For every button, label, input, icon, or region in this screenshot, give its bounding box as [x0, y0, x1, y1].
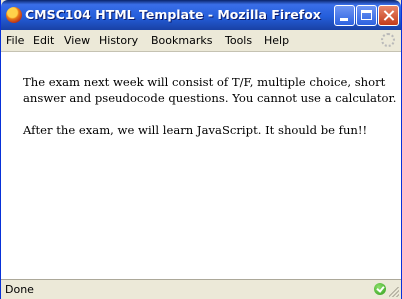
menu-help[interactable]: Help	[264, 34, 289, 47]
maximize-button[interactable]	[356, 5, 377, 26]
menu-tools[interactable]: Tools	[225, 34, 252, 47]
menu-history[interactable]: History	[99, 34, 138, 47]
status-text: Done	[5, 283, 34, 296]
menu-edit[interactable]: Edit	[33, 34, 54, 47]
content-paragraph: After the exam, we will learn JavaScript…	[23, 123, 368, 137]
menu-bookmarks[interactable]: Bookmarks	[151, 34, 212, 47]
green-check-icon[interactable]	[374, 283, 386, 295]
title-bar[interactable]: CMSC104 HTML Template - Mozilla Firefox	[1, 0, 401, 30]
close-button[interactable]	[378, 5, 399, 26]
menu-file[interactable]: File	[6, 34, 24, 47]
browser-window: CMSC104 HTML Template - Mozilla Firefox …	[0, 0, 402, 299]
menu-view[interactable]: View	[64, 34, 90, 47]
throbber-icon	[381, 33, 395, 47]
minimize-button[interactable]	[334, 5, 355, 26]
page-content: The exam next week will consist of T/F, …	[1, 52, 401, 279]
menu-bar: File Edit View History Bookmarks Tools H…	[1, 30, 401, 52]
status-bar: Done	[1, 279, 401, 299]
window-title: CMSC104 HTML Template - Mozilla Firefox	[25, 7, 321, 22]
firefox-icon	[6, 7, 22, 23]
resize-grip-icon[interactable]	[389, 287, 399, 297]
content-paragraph: The exam next week will consist of T/F, …	[23, 75, 397, 105]
